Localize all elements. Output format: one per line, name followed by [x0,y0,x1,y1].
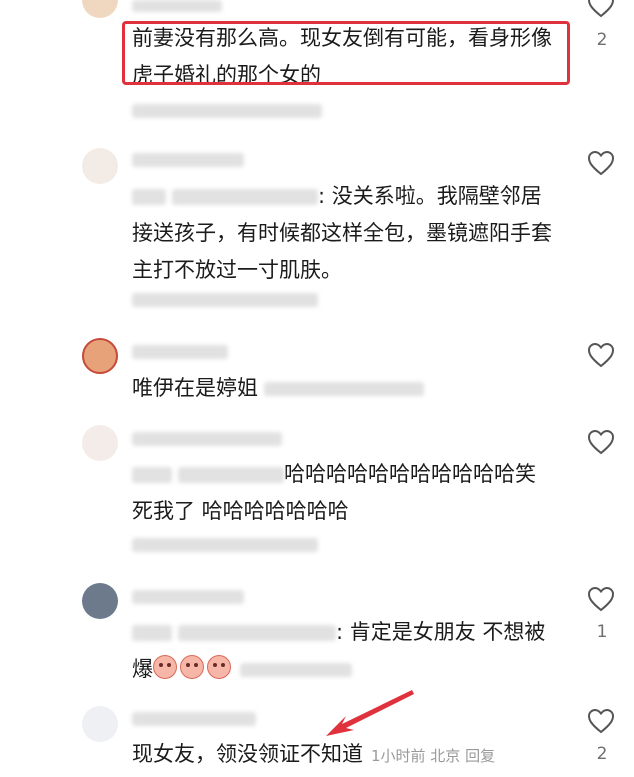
like-count: 2 [596,744,608,764]
emoji-crying-icon [180,655,204,679]
reply-user-blurred [178,467,284,483]
comment-text: 哈哈哈哈哈哈哈哈哈哈哈笑死我了 哈哈哈哈哈哈哈 [132,456,552,530]
avatar[interactable] [82,706,118,742]
heart-outline-icon [587,342,615,368]
avatar[interactable] [82,583,118,619]
username-blurred [132,345,228,359]
username-blurred [132,712,256,726]
heart-outline-icon [587,429,615,455]
reply-user-blurred [178,625,336,641]
heart-outline-icon [587,150,615,176]
username-blurred [132,432,282,446]
like-count: 1 [596,622,608,642]
reply-prefix-blurred [132,625,172,641]
heart-outline-icon [587,586,615,612]
emoji-crying-icon [207,655,231,679]
red-arrow-icon [326,690,414,736]
like-button[interactable] [587,708,615,734]
comment-text: 唯伊在是婷姐 [132,370,562,407]
reply-prefix-blurred [132,189,166,205]
comment-text: 回复: 没关系啦。我隔壁邻居接送孩子，有时候都这样全包，墨镜遮阳手套主打不放过一… [132,178,552,289]
username-blurred [132,0,222,12]
reply-prefix-blurred [132,467,172,483]
username-blurred [132,153,244,167]
like-count: 2 [596,30,608,50]
comment-meta-blurred [132,104,322,118]
avatar[interactable] [82,425,118,461]
heart-outline-icon [587,708,615,734]
reply-user-blurred [172,189,318,205]
emoji-crying-icon [153,655,177,679]
like-button[interactable] [587,429,615,455]
comment-meta: 1小时前 北京 回复 [371,747,496,765]
avatar[interactable] [82,338,118,374]
like-button[interactable] [587,342,615,368]
like-button[interactable] [587,0,615,18]
heart-outline-icon [587,0,615,18]
comment-meta-blurred [132,538,318,552]
comment-meta-blurred [132,293,318,307]
comment-meta-blurred [240,663,352,677]
comment-meta-blurred [264,382,424,396]
username-blurred [132,590,244,604]
comment-text: : 肯定是女朋友 不想被爆 [132,614,552,688]
avatar[interactable] [82,0,118,18]
highlight-box [122,21,570,85]
avatar[interactable] [82,148,118,184]
like-button[interactable] [587,586,615,612]
like-button[interactable] [587,150,615,176]
